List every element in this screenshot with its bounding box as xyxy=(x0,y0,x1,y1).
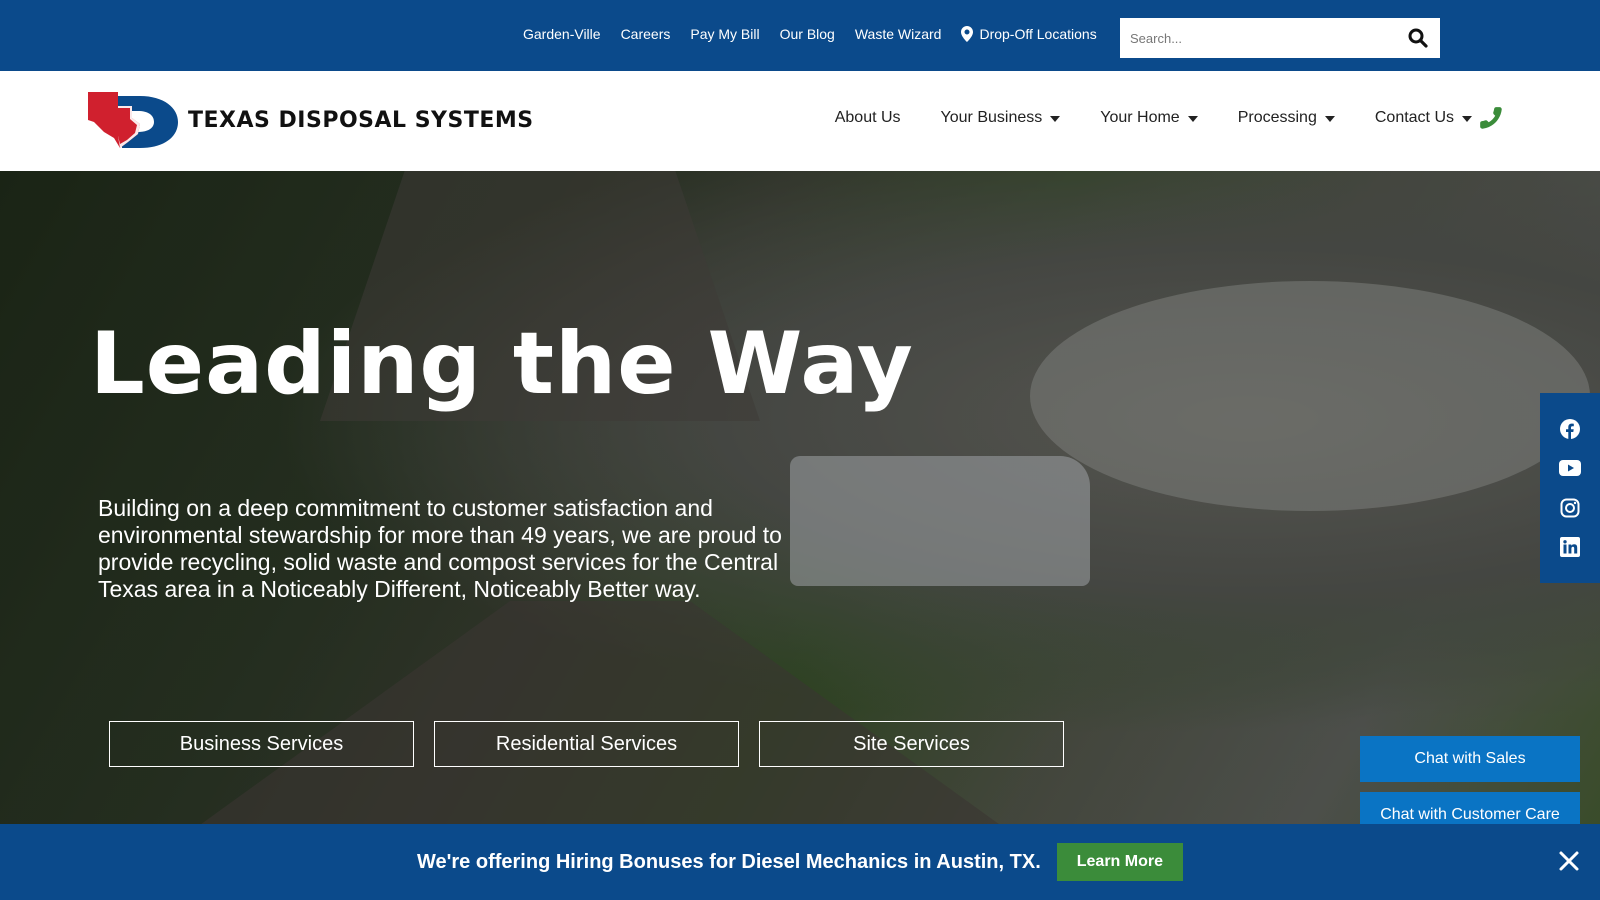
link-drop-off-locations[interactable]: Drop-Off Locations xyxy=(961,26,1097,42)
close-icon xyxy=(1559,851,1579,871)
nav-label: About Us xyxy=(834,109,901,126)
utility-links: Garden-Ville Careers Pay My Bill Our Blo… xyxy=(523,26,1097,42)
nav-about-us[interactable]: About Us xyxy=(835,109,901,127)
link-careers[interactable]: Careers xyxy=(621,26,671,42)
nav-label: Contact Us xyxy=(1374,109,1454,126)
nav-label: Your Business xyxy=(940,109,1043,126)
caret-down-icon xyxy=(1324,116,1335,122)
logo-text: TEXAS DISPOSAL SYSTEMS xyxy=(188,107,534,133)
drop-off-label: Drop-Off Locations xyxy=(979,26,1097,42)
map-pin-icon xyxy=(961,26,974,42)
linkedin-icon[interactable] xyxy=(1559,536,1581,558)
hero-title: Leading the Way xyxy=(90,314,914,414)
phone-button[interactable] xyxy=(1478,105,1504,136)
nav-contact-us[interactable]: Contact Us xyxy=(1375,109,1472,127)
texas-logo-icon xyxy=(88,92,178,148)
site-logo[interactable]: TEXAS DISPOSAL SYSTEMS xyxy=(88,92,534,148)
chat-with-sales-button[interactable]: Chat with Sales xyxy=(1360,736,1580,782)
caret-down-icon xyxy=(1050,116,1061,122)
social-sidebar xyxy=(1540,393,1600,583)
hero-section: Leading the Way Building on a deep commi… xyxy=(0,171,1600,824)
link-waste-wizard[interactable]: Waste Wizard xyxy=(855,26,942,42)
hero-bg-roof-front xyxy=(150,601,1050,824)
close-banner-button[interactable] xyxy=(1558,850,1580,872)
nav-your-business[interactable]: Your Business xyxy=(941,109,1061,127)
facebook-icon[interactable] xyxy=(1559,418,1581,440)
hero-bg-truck xyxy=(790,456,1090,586)
caret-down-icon xyxy=(1187,116,1198,122)
nav-label: Your Home xyxy=(1100,109,1180,126)
instagram-icon[interactable] xyxy=(1559,497,1581,519)
banner-text: We're offering Hiring Bonuses for Diesel… xyxy=(417,850,1041,873)
nav-your-home[interactable]: Your Home xyxy=(1100,109,1198,127)
residential-services-button[interactable]: Residential Services xyxy=(434,721,739,767)
hiring-banner: We're offering Hiring Bonuses for Diesel… xyxy=(0,824,1600,900)
hero-buttons: Business Services Residential Services S… xyxy=(109,721,1064,767)
nav-label: Processing xyxy=(1237,109,1317,126)
search-input[interactable] xyxy=(1120,18,1396,58)
hero-bg-road xyxy=(1030,281,1590,511)
caret-down-icon xyxy=(1462,116,1472,122)
link-pay-my-bill[interactable]: Pay My Bill xyxy=(690,26,759,42)
phone-icon xyxy=(1480,107,1502,129)
search-icon xyxy=(1408,28,1428,48)
hero-description: Building on a deep commitment to custome… xyxy=(98,495,782,602)
main-header: TEXAS DISPOSAL SYSTEMS About Us Your Bus… xyxy=(0,71,1600,171)
search-box xyxy=(1120,18,1440,58)
link-garden-ville[interactable]: Garden-Ville xyxy=(523,26,601,42)
utility-bar: Garden-Ville Careers Pay My Bill Our Blo… xyxy=(0,0,1600,71)
link-our-blog[interactable]: Our Blog xyxy=(780,26,835,42)
youtube-icon[interactable] xyxy=(1559,457,1581,479)
business-services-button[interactable]: Business Services xyxy=(109,721,414,767)
site-services-button[interactable]: Site Services xyxy=(759,721,1064,767)
main-nav: About Us Your Business Your Home Process… xyxy=(835,109,1472,127)
search-button[interactable] xyxy=(1396,18,1440,58)
nav-processing[interactable]: Processing xyxy=(1238,109,1335,127)
learn-more-button[interactable]: Learn More xyxy=(1056,843,1183,881)
